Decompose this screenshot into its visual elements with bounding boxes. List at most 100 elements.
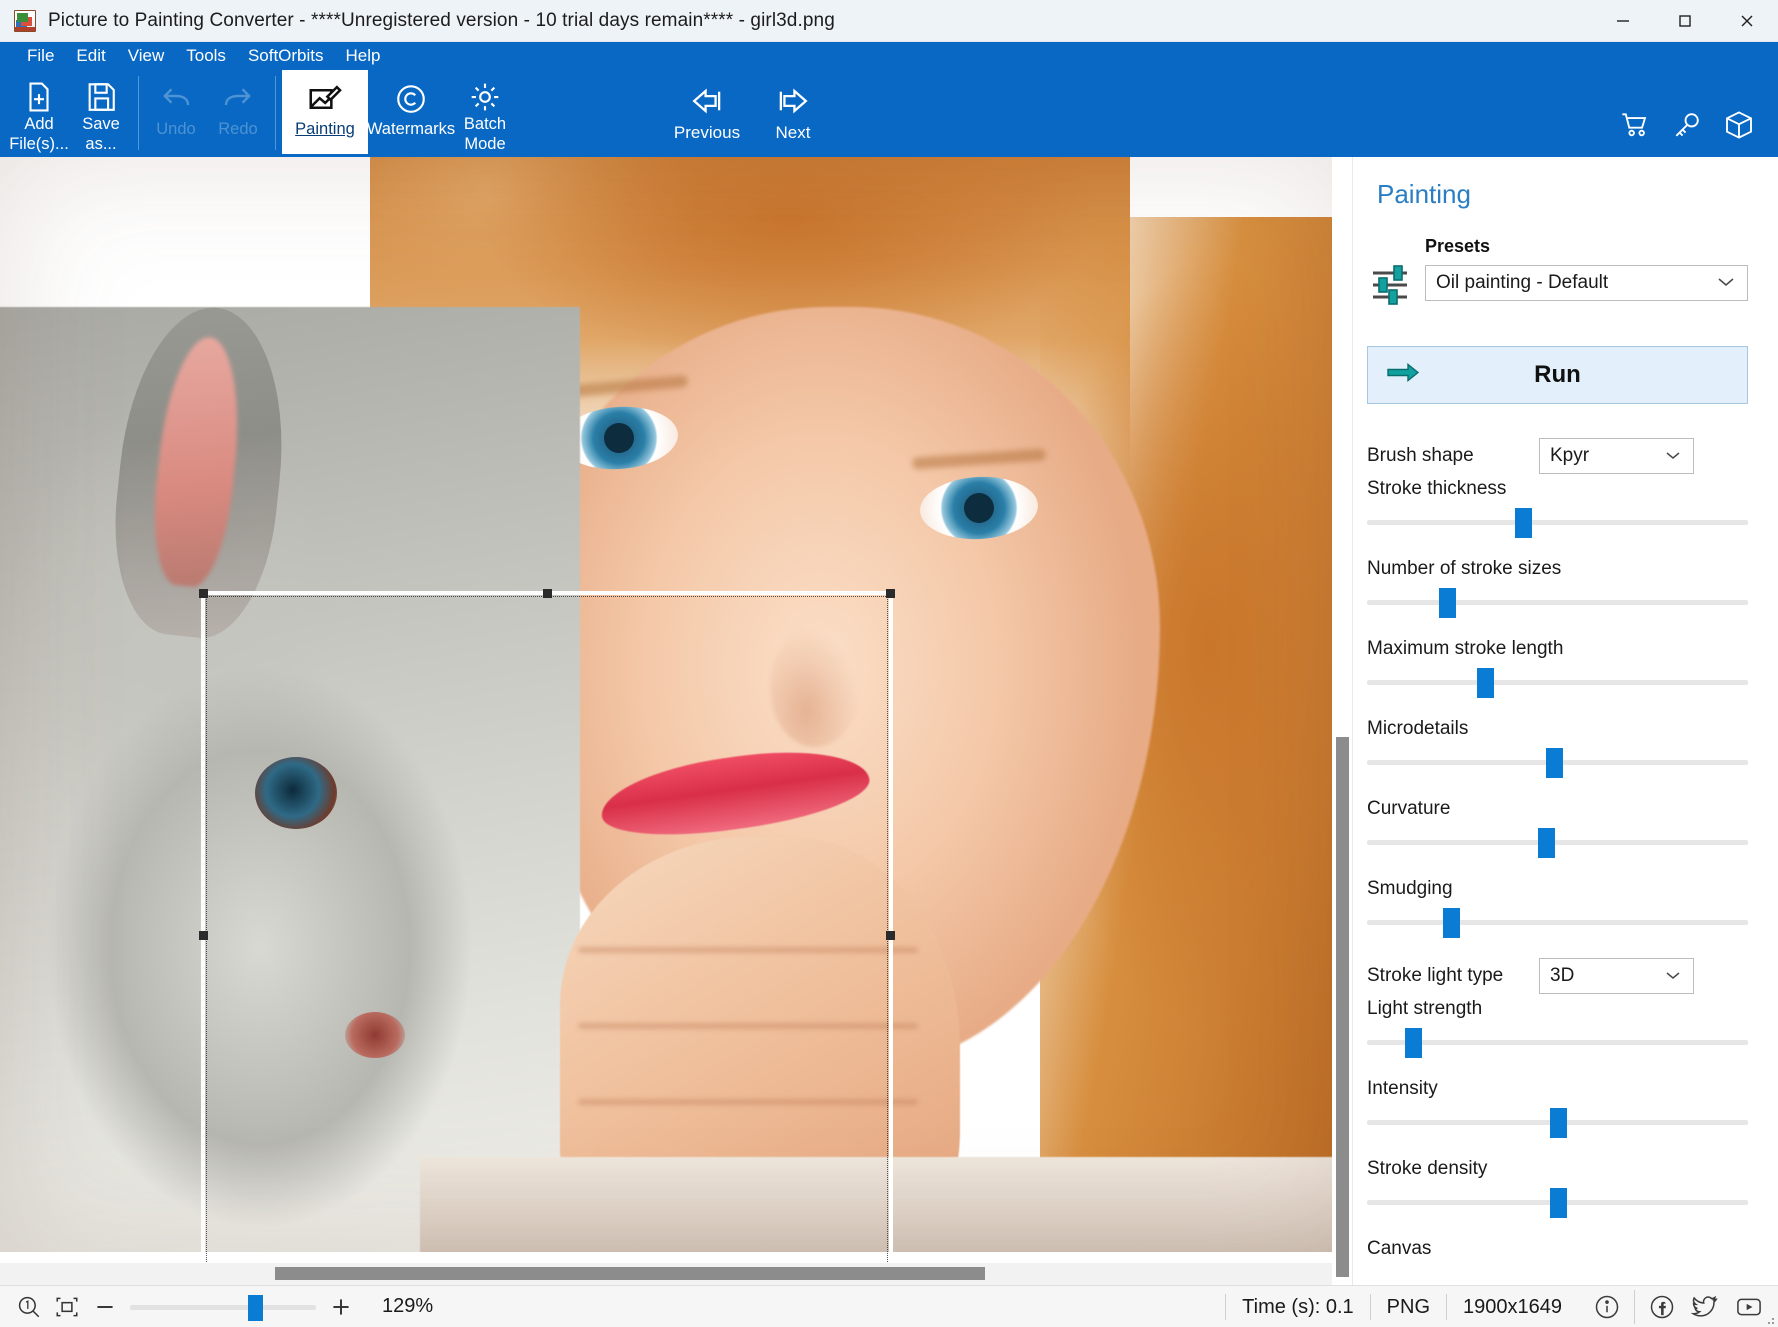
slider-track <box>1367 600 1748 605</box>
run-button[interactable]: Run <box>1367 346 1748 404</box>
status-dimensions: 1900x1649 <box>1446 1294 1578 1320</box>
next-label: Next <box>775 123 811 142</box>
sliders-icon <box>1367 258 1413 312</box>
smudging-slider[interactable] <box>1367 902 1748 942</box>
menu-help[interactable]: Help <box>335 44 392 68</box>
add-files-button[interactable]: Add File(s)... <box>8 70 70 154</box>
menu-softorbits[interactable]: SoftOrbits <box>237 44 335 68</box>
zoom-slider-knob[interactable] <box>248 1294 263 1321</box>
window-controls <box>1592 0 1778 42</box>
redo-button[interactable]: Redo <box>207 70 269 154</box>
zoom-in-button[interactable] <box>322 1290 360 1324</box>
maximize-button[interactable] <box>1654 0 1716 42</box>
number-of-stroke-sizes-slider[interactable] <box>1367 582 1748 622</box>
slider-knob[interactable] <box>1549 1108 1567 1138</box>
minimize-button[interactable] <box>1592 0 1654 42</box>
add-files-label-line2: File(s)... <box>9 135 69 153</box>
chevron-down-icon <box>1665 965 1681 987</box>
slider-group-curvature: Curvature <box>1367 798 1748 862</box>
maximum-stroke-length-slider[interactable] <box>1367 662 1748 702</box>
zoom-percent-label: 129% <box>382 1295 434 1317</box>
batch-mode-label-line1: Batch <box>463 115 507 133</box>
slider-knob[interactable] <box>1442 908 1460 938</box>
image-vignette <box>0 157 1352 1252</box>
slider-track <box>1367 840 1748 845</box>
presets-label: Presets <box>1425 236 1491 256</box>
slider-group-microdetails: Microdetails <box>1367 718 1748 782</box>
save-as-button[interactable]: Save as... <box>70 70 132 154</box>
zoom-controls: 129% <box>0 1290 433 1324</box>
curvature-slider[interactable] <box>1367 822 1748 862</box>
menu-edit[interactable]: Edit <box>65 44 116 68</box>
undo-button[interactable]: Undo <box>145 70 207 154</box>
run-label: Run <box>1534 361 1581 388</box>
close-button[interactable] <box>1716 0 1778 42</box>
slider-knob[interactable] <box>1538 828 1556 858</box>
facebook-icon[interactable] <box>1634 1290 1678 1324</box>
slider-knob[interactable] <box>1549 1188 1567 1218</box>
maximum-stroke-length-label: Maximum stroke length <box>1367 638 1564 659</box>
slider-knob[interactable] <box>1439 588 1456 618</box>
slider-group-smudging: Smudging <box>1367 878 1748 942</box>
stroke-density-label: Stroke density <box>1367 1158 1488 1179</box>
zoom-one-to-one-icon[interactable] <box>10 1290 48 1324</box>
horizontal-scrollbar-thumb[interactable] <box>275 1267 985 1280</box>
zoom-out-button[interactable] <box>86 1290 124 1324</box>
slider-group-stroke-thickness: Stroke thickness <box>1367 478 1748 542</box>
slider-knob[interactable] <box>1515 508 1533 538</box>
image-viewport[interactable] <box>0 157 1352 1285</box>
horizontal-scrollbar[interactable] <box>0 1263 1332 1285</box>
info-icon[interactable] <box>1590 1290 1624 1324</box>
batch-mode-button[interactable]: Batch Mode <box>454 70 516 154</box>
slider-knob[interactable] <box>1545 748 1563 778</box>
ribbon-right-icons <box>1618 108 1756 142</box>
social-links <box>1578 1290 1766 1324</box>
watermarks-button[interactable]: Watermarks <box>366 70 456 154</box>
panel-title: Painting <box>1377 179 1471 209</box>
twitter-icon[interactable] <box>1688 1290 1722 1324</box>
app-icon <box>14 9 36 32</box>
key-icon[interactable] <box>1670 108 1704 142</box>
cart-icon[interactable] <box>1618 108 1652 142</box>
status-time: Time (s): 0.1 <box>1225 1294 1370 1320</box>
application-window: Picture to Painting Converter - ****Unre… <box>0 0 1778 1327</box>
youtube-icon[interactable] <box>1732 1290 1766 1324</box>
box-icon[interactable] <box>1722 108 1756 142</box>
slider-knob[interactable] <box>1404 1028 1422 1058</box>
slider-group-number-of-stroke-sizes: Number of stroke sizes <box>1367 558 1748 622</box>
stroke-thickness-slider[interactable] <box>1367 502 1748 542</box>
microdetails-label: Microdetails <box>1367 718 1469 739</box>
settings-panel: Painting Presets Oil painting - Default … <box>1352 157 1778 1285</box>
menu-tools[interactable]: Tools <box>175 44 237 68</box>
gear-icon <box>468 79 502 114</box>
slider-knob[interactable] <box>1477 668 1495 698</box>
chevron-down-icon <box>1717 272 1735 294</box>
microdetails-slider[interactable] <box>1367 742 1748 782</box>
stroke-light-type-dropdown[interactable]: 3D <box>1539 958 1694 994</box>
presets-dropdown[interactable]: Oil painting - Default <box>1425 265 1748 301</box>
vertical-scrollbar-thumb[interactable] <box>1336 737 1349 1277</box>
watermarks-label: Watermarks <box>366 120 456 138</box>
painting-tab-button[interactable]: Painting <box>282 70 368 154</box>
menu-view[interactable]: View <box>117 44 176 68</box>
slider-group-stroke-density: Stroke density <box>1367 1158 1748 1222</box>
redo-label: Redo <box>218 120 258 138</box>
resize-grip[interactable] <box>1763 1312 1775 1324</box>
undo-label: Undo <box>156 120 196 138</box>
vertical-scrollbar[interactable] <box>1332 157 1352 1277</box>
zoom-slider[interactable] <box>130 1290 316 1324</box>
presets-section: Presets Oil painting - Default <box>1353 210 1778 312</box>
brush-shape-dropdown[interactable]: Kpyr <box>1539 438 1694 474</box>
brush-shape-label: Brush shape <box>1367 445 1474 466</box>
next-button[interactable]: Next <box>750 70 836 154</box>
light-strength-slider[interactable] <box>1367 1022 1748 1062</box>
navigation-group: Previous Next <box>664 70 836 154</box>
previous-button[interactable]: Previous <box>664 70 750 154</box>
previous-label: Previous <box>673 123 741 142</box>
stroke-light-type-label: Stroke light type <box>1367 965 1504 986</box>
intensity-slider[interactable] <box>1367 1102 1748 1142</box>
fit-to-window-icon[interactable] <box>48 1290 86 1324</box>
menu-file[interactable]: File <box>16 44 65 68</box>
save-as-label-line1: Save <box>82 115 120 133</box>
stroke-density-slider[interactable] <box>1367 1182 1748 1222</box>
